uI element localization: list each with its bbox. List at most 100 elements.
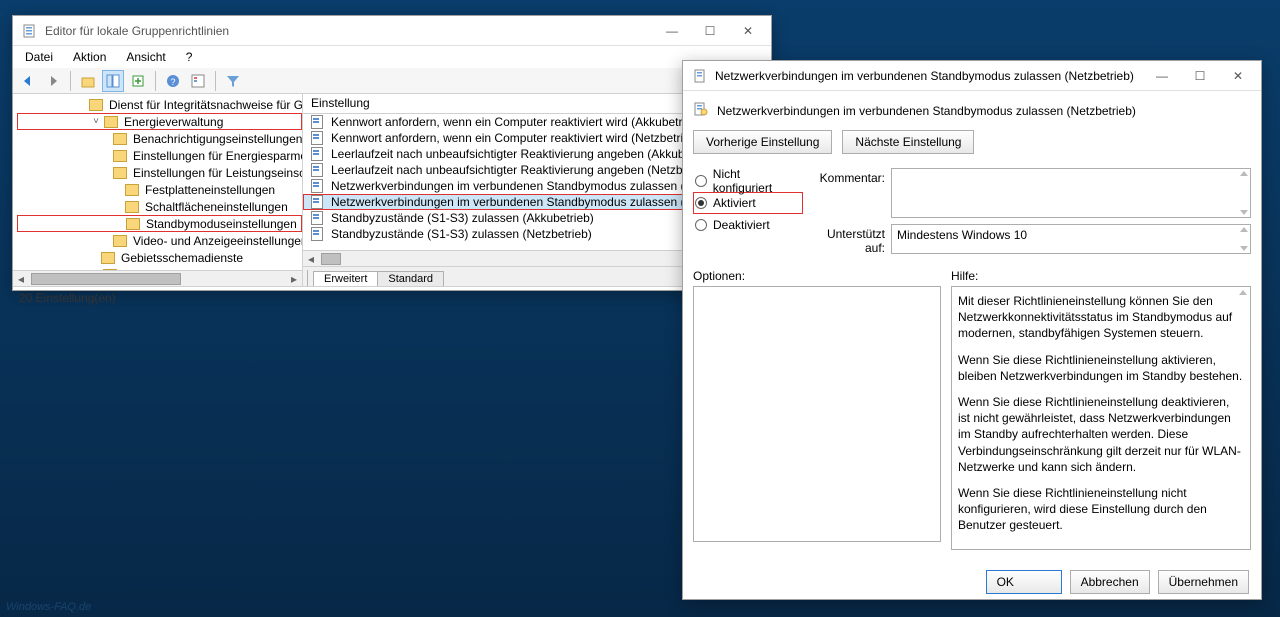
separator — [70, 71, 71, 91]
help-paragraph: Wenn Sie diese Richtlinieneinstellung ak… — [958, 352, 1244, 384]
setting-icon — [311, 115, 325, 129]
tree-hscrollbar[interactable]: ◂ ▸ — [13, 270, 302, 286]
comment-field[interactable] — [891, 168, 1251, 218]
setting-icon — [311, 227, 325, 241]
tree-item-label: Festplatteneinstellungen — [145, 183, 275, 197]
tree-item-label: Einstellungen für Leistungseinschränk — [133, 166, 303, 180]
setting-label: Leerlaufzeit nach unbeaufsichtigter Reak… — [331, 147, 719, 161]
prev-setting-button[interactable]: Vorherige Einstellung — [693, 130, 832, 154]
folder-icon — [113, 133, 127, 145]
up-button[interactable] — [77, 70, 99, 92]
scroll-left-icon[interactable]: ◂ — [303, 252, 319, 266]
gpedit-titlebar[interactable]: Editor für lokale Gruppenrichtlinien — ☐… — [13, 16, 771, 46]
expander-icon[interactable]: ˅ — [90, 116, 102, 127]
tree-item[interactable]: Video- und Anzeigeeinstellungen — [17, 232, 302, 249]
tree-item[interactable]: Einstellungen für Leistungseinschränk — [17, 164, 302, 181]
radio-enabled[interactable]: Aktiviert — [693, 192, 803, 214]
policy-icon — [693, 68, 709, 84]
folder-icon — [104, 116, 118, 128]
radio-label: Aktiviert — [713, 196, 756, 210]
radio-not-configured[interactable]: Nicht konfiguriert — [693, 170, 803, 192]
radio-label: Nicht konfiguriert — [713, 167, 801, 195]
separator — [215, 71, 216, 91]
back-button[interactable] — [17, 70, 39, 92]
folder-icon — [126, 218, 140, 230]
tree-item-label: Schaltflächeneinstellungen — [145, 200, 288, 214]
supported-value: Mindestens Windows 10 — [897, 228, 1027, 242]
tree-item-label: Energieverwaltung — [124, 115, 223, 129]
scroll-right-icon[interactable]: ▸ — [286, 272, 302, 286]
tree-item[interactable]: Schaltflächeneinstellungen — [17, 198, 302, 215]
setting-label: Kennwort anfordern, wenn ein Computer re… — [331, 115, 703, 129]
tree-item[interactable]: Dienst für Integritätsnachweise für Gerä… — [17, 96, 302, 113]
radio-icon — [695, 219, 707, 231]
options-col: Optionen: — [693, 269, 941, 550]
next-setting-button[interactable]: Nächste Einstellung — [842, 130, 974, 154]
menu-file[interactable]: Datei — [17, 48, 61, 66]
folder-icon — [113, 235, 127, 247]
policy-item-icon — [693, 101, 709, 120]
tab-extended[interactable]: Erweitert — [313, 271, 378, 286]
comment-label: Kommentar: — [813, 168, 891, 185]
tab-standard[interactable]: Standard — [377, 271, 444, 286]
maximize-button[interactable]: ☐ — [691, 17, 729, 45]
policy-dialog: Netzwerkverbindungen im verbundenen Stan… — [682, 60, 1262, 600]
close-button[interactable]: ✕ — [729, 17, 767, 45]
fields-col: Kommentar: Unterstützt auf: Mindestens W… — [813, 168, 1251, 261]
show-hide-tree-button[interactable] — [102, 70, 124, 92]
tree-item[interactable]: Gebietsschemadienste — [17, 249, 302, 266]
tree-pane[interactable]: Dienst für Integritätsnachweise für Gerä… — [13, 94, 303, 286]
gpedit-toolbar: ? — [13, 68, 771, 94]
radio-icon — [695, 197, 707, 209]
help-col: Hilfe: Mit dieser Richtlinieneinstellung… — [951, 269, 1251, 550]
radio-label: Deaktiviert — [713, 218, 770, 232]
menu-action[interactable]: Aktion — [65, 48, 114, 66]
menu-view[interactable]: Ansicht — [118, 48, 173, 66]
setting-icon — [311, 163, 325, 177]
gpedit-title: Editor für lokale Gruppenrichtlinien — [45, 24, 653, 38]
cancel-button[interactable]: Abbrechen — [1070, 570, 1150, 594]
supported-row: Unterstützt auf: Mindestens Windows 10 — [813, 224, 1251, 255]
scroll-thumb[interactable] — [321, 253, 341, 265]
tree-item-label: Einstellungen für Energiesparmodus — [133, 149, 303, 163]
gpedit-window: Editor für lokale Gruppenrichtlinien — ☐… — [12, 15, 772, 291]
properties-button[interactable] — [187, 70, 209, 92]
help-button[interactable]: ? — [162, 70, 184, 92]
help-box[interactable]: Mit dieser Richtlinieneinstellung können… — [951, 286, 1251, 550]
scroll-thumb[interactable] — [31, 273, 181, 285]
tree-item-label: Benachrichtigungseinstellungen — [133, 132, 302, 146]
tree-item[interactable]: Standbymoduseinstellungen — [17, 215, 302, 232]
ok-button[interactable]: OK — [986, 570, 1062, 594]
tree-item-label: Standbymoduseinstellungen — [146, 217, 297, 231]
folder-icon — [125, 184, 139, 196]
filter-button[interactable] — [222, 70, 244, 92]
export-button[interactable] — [127, 70, 149, 92]
maximize-button[interactable]: ☐ — [1181, 62, 1219, 90]
svg-text:?: ? — [170, 77, 175, 87]
status-text: 20 Einstellung(en) — [19, 291, 116, 305]
help-label: Hilfe: — [951, 269, 1251, 283]
folder-icon — [113, 167, 127, 179]
gpedit-body: Dienst für Integritätsnachweise für Gerä… — [13, 94, 771, 286]
setting-label: Kennwort anfordern, wenn ein Computer re… — [331, 131, 701, 145]
folder-icon — [125, 201, 139, 213]
scroll-left-icon[interactable]: ◂ — [13, 272, 29, 286]
tree-item[interactable]: ˅ Energieverwaltung — [17, 113, 302, 130]
tree-item[interactable]: Benachrichtigungseinstellungen — [17, 130, 302, 147]
minimize-button[interactable]: — — [1143, 62, 1181, 90]
apply-button[interactable]: Übernehmen — [1158, 570, 1249, 594]
tree-item[interactable]: Festplatteneinstellungen — [17, 181, 302, 198]
setting-label: Standbyzustände (S1-S3) zulassen (Netzbe… — [331, 227, 592, 241]
folder-icon — [101, 252, 115, 264]
options-box[interactable] — [693, 286, 941, 542]
policy-titlebar[interactable]: Netzwerkverbindungen im verbundenen Stan… — [683, 61, 1261, 91]
minimize-button[interactable]: — — [653, 17, 691, 45]
forward-button[interactable] — [42, 70, 64, 92]
menu-help[interactable]: ? — [178, 48, 201, 66]
close-button[interactable]: ✕ — [1219, 62, 1257, 90]
gpedit-app-icon — [23, 23, 39, 39]
radio-disabled[interactable]: Deaktiviert — [693, 214, 803, 236]
help-paragraph: Wenn Sie diese Richtlinieneinstellung de… — [958, 394, 1244, 475]
tree-item[interactable]: Einstellungen für Energiesparmodus — [17, 147, 302, 164]
policy-nav: Vorherige Einstellung Nächste Einstellun… — [693, 130, 1251, 154]
